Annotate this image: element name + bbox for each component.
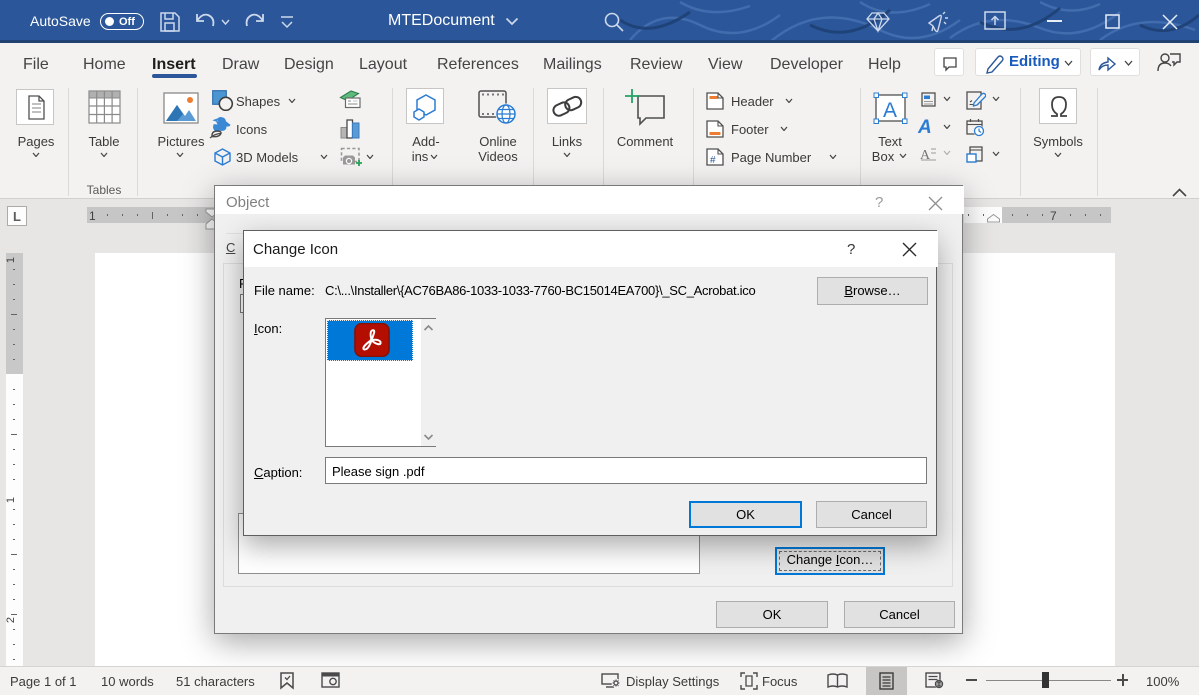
- svg-text:A: A: [918, 117, 932, 135]
- svg-text:A: A: [920, 148, 931, 161]
- svg-text:#: #: [710, 155, 716, 166]
- svg-text:A: A: [883, 99, 897, 122]
